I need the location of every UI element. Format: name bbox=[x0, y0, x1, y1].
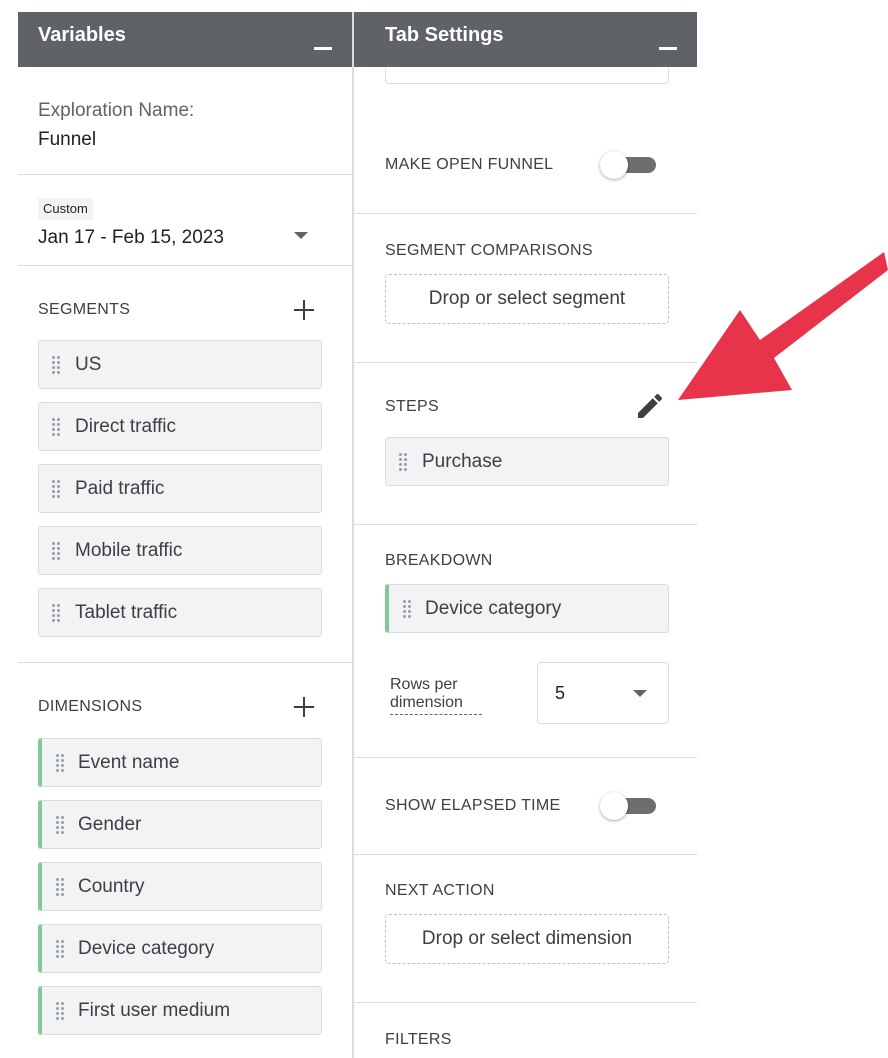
segment-chip-paid-traffic[interactable]: Paid traffic bbox=[38, 464, 322, 513]
drag-handle-icon[interactable] bbox=[55, 939, 65, 959]
dimension-chip-event-name[interactable]: Event name bbox=[38, 738, 322, 787]
date-range-dropdown-icon[interactable] bbox=[294, 232, 308, 239]
chevron-down-icon bbox=[633, 690, 647, 697]
tab-settings-minimize-button[interactable] bbox=[657, 26, 679, 50]
exploration-name-input[interactable]: Funnel bbox=[38, 129, 96, 151]
segment-chip-mobile-traffic[interactable]: Mobile traffic bbox=[38, 526, 322, 575]
segment-label: Mobile traffic bbox=[75, 540, 183, 561]
drag-handle-icon[interactable] bbox=[51, 355, 61, 375]
drag-handle-icon[interactable] bbox=[402, 599, 412, 619]
divider bbox=[354, 213, 697, 214]
exploration-name-label: Exploration Name: bbox=[38, 100, 195, 121]
edit-pencil-icon[interactable] bbox=[634, 390, 666, 422]
show-elapsed-time-label: SHOW ELAPSED TIME bbox=[385, 797, 561, 814]
dimension-chip-device-category[interactable]: Device category bbox=[38, 924, 322, 973]
drag-handle-icon[interactable] bbox=[55, 753, 65, 773]
dimension-label: Device category bbox=[78, 938, 215, 959]
variables-panel-header: Variables bbox=[18, 12, 352, 67]
segment-label: US bbox=[75, 354, 102, 375]
divider bbox=[354, 362, 697, 363]
dimension-label: Event name bbox=[78, 752, 180, 773]
show-elapsed-time-toggle[interactable] bbox=[600, 792, 656, 820]
filters-title: FILTERS bbox=[385, 1031, 452, 1048]
segment-chip-tablet-traffic[interactable]: Tablet traffic bbox=[38, 588, 322, 637]
drag-handle-icon[interactable] bbox=[55, 815, 65, 835]
dimension-chip-country[interactable]: Country bbox=[38, 862, 322, 911]
variables-title: Variables bbox=[38, 24, 126, 46]
date-range-selector[interactable]: Jan 17 - Feb 15, 2023 bbox=[38, 227, 224, 249]
divider bbox=[18, 174, 352, 175]
step-label: Purchase bbox=[422, 451, 503, 472]
steps-title: STEPS bbox=[385, 398, 439, 415]
dimensions-title: DIMENSIONS bbox=[38, 698, 143, 715]
drag-handle-icon[interactable] bbox=[51, 417, 61, 437]
divider bbox=[18, 662, 352, 663]
segments-title: SEGMENTS bbox=[38, 301, 131, 318]
segment-label: Direct traffic bbox=[75, 416, 177, 437]
divider bbox=[354, 524, 697, 525]
segment-chip-direct-traffic[interactable]: Direct traffic bbox=[38, 402, 322, 451]
next-action-drop-zone[interactable]: Drop or select dimension bbox=[385, 914, 669, 964]
segment-chip-us[interactable]: US bbox=[38, 340, 322, 389]
tab-settings-panel-header: Tab Settings bbox=[354, 12, 697, 67]
drag-handle-icon[interactable] bbox=[55, 877, 65, 897]
breakdown-title: BREAKDOWN bbox=[385, 552, 493, 569]
column-divider bbox=[352, 12, 354, 1058]
segment-label: Paid traffic bbox=[75, 478, 165, 499]
annotation-arrow bbox=[678, 252, 888, 400]
dimension-label: Gender bbox=[78, 814, 142, 835]
rows-per-dimension-value: 5 bbox=[555, 683, 566, 703]
drag-handle-icon[interactable] bbox=[51, 479, 61, 499]
drag-handle-icon[interactable] bbox=[51, 541, 61, 561]
breakdown-label: Device category bbox=[425, 598, 562, 619]
drag-handle-icon[interactable] bbox=[55, 1001, 65, 1021]
rows-per-dimension-select[interactable]: 5 bbox=[537, 662, 669, 724]
next-action-title: NEXT ACTION bbox=[385, 882, 495, 899]
date-custom-badge: Custom bbox=[38, 198, 93, 220]
technique-select[interactable] bbox=[385, 68, 669, 84]
make-open-funnel-label: MAKE OPEN FUNNEL bbox=[385, 156, 554, 173]
segment-comparisons-title: SEGMENT COMPARISONS bbox=[385, 242, 593, 259]
divider bbox=[354, 854, 697, 855]
divider bbox=[354, 1002, 697, 1003]
tab-settings-title: Tab Settings bbox=[385, 24, 504, 46]
add-segment-icon[interactable] bbox=[292, 298, 316, 322]
dimension-label: First user medium bbox=[78, 1000, 231, 1021]
dimension-label: Country bbox=[78, 876, 145, 897]
dimension-chip-gender[interactable]: Gender bbox=[38, 800, 322, 849]
make-open-funnel-toggle[interactable] bbox=[600, 151, 656, 179]
step-chip-purchase[interactable]: Purchase bbox=[385, 437, 669, 486]
segment-label: Tablet traffic bbox=[75, 602, 178, 623]
drag-handle-icon[interactable] bbox=[51, 603, 61, 623]
divider bbox=[354, 757, 697, 758]
rows-per-dimension-label: Rows per dimension bbox=[390, 676, 482, 715]
breakdown-chip-device-category[interactable]: Device category bbox=[385, 584, 669, 633]
variables-minimize-button[interactable] bbox=[312, 26, 334, 50]
dimension-chip-first-user-medium[interactable]: First user medium bbox=[38, 986, 322, 1035]
drag-handle-icon[interactable] bbox=[398, 452, 408, 472]
divider bbox=[18, 265, 352, 266]
add-dimension-icon[interactable] bbox=[292, 695, 316, 719]
segment-comparisons-drop-zone[interactable]: Drop or select segment bbox=[385, 274, 669, 324]
